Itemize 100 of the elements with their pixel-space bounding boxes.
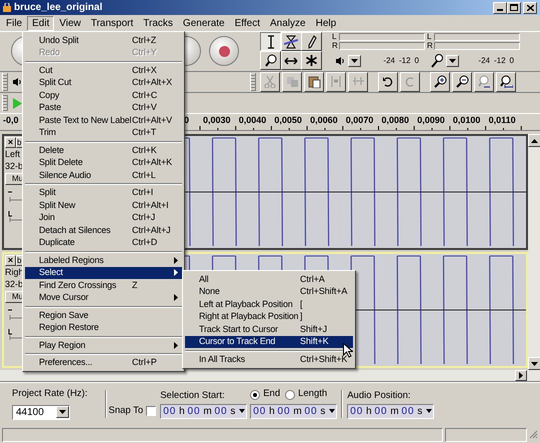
menu-item[interactable]: Generate <box>178 16 230 30</box>
menu-item[interactable]: Analyze <box>265 16 311 30</box>
toolbar-button[interactable] <box>474 72 494 92</box>
menu-item[interactable]: Copy Ctrl+C <box>25 89 182 102</box>
speaker-icon <box>336 56 345 65</box>
meter-scale-label: 0 <box>510 54 514 67</box>
menu-item[interactable]: Select <box>25 266 182 279</box>
toolbar-button[interactable] <box>430 72 450 92</box>
menu-item[interactable]: Undo Split Ctrl+Z <box>25 34 182 46</box>
menu-item[interactable]: View <box>54 16 86 30</box>
time-field[interactable]: 00 h 00 m 00 s <box>250 404 338 418</box>
toolbar-grip[interactable] <box>250 72 256 91</box>
menu-item[interactable]: Play Region <box>25 339 182 352</box>
checkbox[interactable] <box>146 406 156 416</box>
menu-item[interactable]: Detach at Silences Ctrl+Alt+J <box>25 224 182 236</box>
menu-item[interactable]: Paste Text to New LabelCtrl+Alt+V <box>25 114 182 126</box>
maximize-button[interactable] <box>507 2 521 14</box>
menu-item[interactable]: Labeled Regions <box>25 254 182 266</box>
menu-item[interactable]: Silence Audio Ctrl+L <box>25 169 182 182</box>
toolbar-button[interactable] <box>304 72 324 92</box>
menu-item[interactable]: Tracks <box>138 16 178 30</box>
field-label: Audio Position: <box>347 388 412 400</box>
menu-item[interactable]: Split Cut Ctrl+Alt+X <box>25 76 182 89</box>
menu-item[interactable]: Edit <box>27 16 54 30</box>
copy-icon <box>286 75 298 88</box>
meter-scale-label: -24 <box>478 54 490 67</box>
project-rate-dropdown[interactable]: 44100 <box>12 404 70 420</box>
toolbar-button[interactable] <box>378 72 398 92</box>
vertical-scrollbar[interactable] <box>528 131 540 370</box>
dropdown-button[interactable] <box>446 54 459 67</box>
menu-item[interactable]: Trim Ctrl+T <box>25 126 182 139</box>
menu-item[interactable]: Region Restore <box>25 322 182 334</box>
toolbar-grip[interactable] <box>2 95 8 112</box>
track-close-button[interactable]: × <box>5 137 16 148</box>
menu-item[interactable]: File <box>1 16 28 30</box>
meter-scale-label: -24 <box>383 54 395 67</box>
radio-button[interactable] <box>250 390 260 400</box>
menu-item[interactable]: Split Delete Ctrl+Alt+K <box>25 156 182 169</box>
down-arrow-icon <box>531 362 538 366</box>
menu-item[interactable]: All Ctrl+A <box>185 273 353 286</box>
menu-item[interactable]: Track Start to Cursor Shift+J <box>185 323 353 336</box>
toolbar-button[interactable] <box>326 72 346 92</box>
minimize-button[interactable] <box>493 2 507 14</box>
zoom-fit-icon <box>500 75 512 88</box>
tool-button[interactable] <box>260 32 281 52</box>
menu-item[interactable]: Preferences... Ctrl+P <box>25 356 182 369</box>
menu-item[interactable]: Join Ctrl+J <box>25 212 182 224</box>
submenu-arrow-icon <box>174 294 178 302</box>
close-button[interactable] <box>523 2 537 14</box>
ruler-label: 0,0070 <box>346 116 374 125</box>
toolbar-button[interactable] <box>452 72 472 92</box>
scroll-down-button[interactable] <box>528 357 540 370</box>
track-close-button[interactable]: × <box>5 255 16 266</box>
ruler-label: 0,0030 <box>203 116 231 125</box>
toolbar-button[interactable] <box>400 72 420 92</box>
menu-item[interactable]: Region Save <box>25 309 182 322</box>
menu-item[interactable]: None Ctrl+Shift+A <box>185 286 353 298</box>
radio-button[interactable] <box>285 390 296 400</box>
channel-label: L <box>332 33 338 42</box>
zoom-in-icon <box>434 75 446 88</box>
toolbar-button[interactable] <box>348 72 368 92</box>
up-arrow-icon <box>531 138 538 142</box>
menu-item[interactable]: Delete Ctrl+K <box>25 144 182 156</box>
menu-item[interactable]: Split New Ctrl+Alt+I <box>25 199 182 212</box>
menu-item[interactable]: Duplicate Ctrl+D <box>25 236 182 249</box>
radio-label: End <box>263 387 280 402</box>
menu-item[interactable]: Left at Playback Position [ <box>185 298 353 310</box>
track-info: Left <box>5 148 20 160</box>
menu-item[interactable]: Help <box>310 16 342 30</box>
time-field[interactable]: 00 h 00 m 00 s <box>347 404 434 418</box>
menu-item[interactable]: Split Ctrl+I <box>25 186 182 199</box>
scroll-right-button[interactable] <box>515 370 527 381</box>
horizontal-scrollbar[interactable] <box>0 370 540 382</box>
scroll-up-button[interactable] <box>528 134 540 147</box>
paste-icon <box>308 75 320 88</box>
double-arrow-icon <box>284 56 298 65</box>
time-field[interactable]: 00 h 00 m 00 s <box>160 404 248 418</box>
dropdown-button[interactable] <box>348 54 361 67</box>
menu-item[interactable]: Effect <box>230 16 266 30</box>
menu-item[interactable]: Transport <box>86 16 138 30</box>
toolbar-grip[interactable] <box>2 72 8 91</box>
submenu-arrow-icon <box>174 342 178 349</box>
menu-item[interactable]: Cut Ctrl+X <box>25 64 182 76</box>
zoom-icon <box>264 54 276 68</box>
menu-item[interactable]: In All Tracks Ctrl+Shift+K <box>185 353 353 366</box>
menu-item[interactable]: Move Cursor <box>25 292 182 304</box>
menu-item[interactable]: Right at Playback Position ] <box>185 310 353 323</box>
asterisk-icon <box>306 55 318 66</box>
zoom-fit-icon <box>478 75 490 88</box>
menu-item[interactable]: Find Zero Crossings Z <box>25 279 182 292</box>
ruler-label: 0,0040 <box>238 116 266 125</box>
menu-item[interactable]: Cursor to Track End Shift+K <box>185 336 353 348</box>
toolbar-button[interactable] <box>282 72 302 92</box>
toolbar-button[interactable] <box>496 72 516 92</box>
toolbar-button[interactable] <box>260 72 280 92</box>
zoom-out-icon <box>456 75 468 88</box>
caret-icon <box>239 409 246 413</box>
resize-grip-icon <box>529 430 538 439</box>
menu-item[interactable]: Paste Ctrl+V <box>25 102 182 114</box>
record-button[interactable] <box>209 36 239 66</box>
